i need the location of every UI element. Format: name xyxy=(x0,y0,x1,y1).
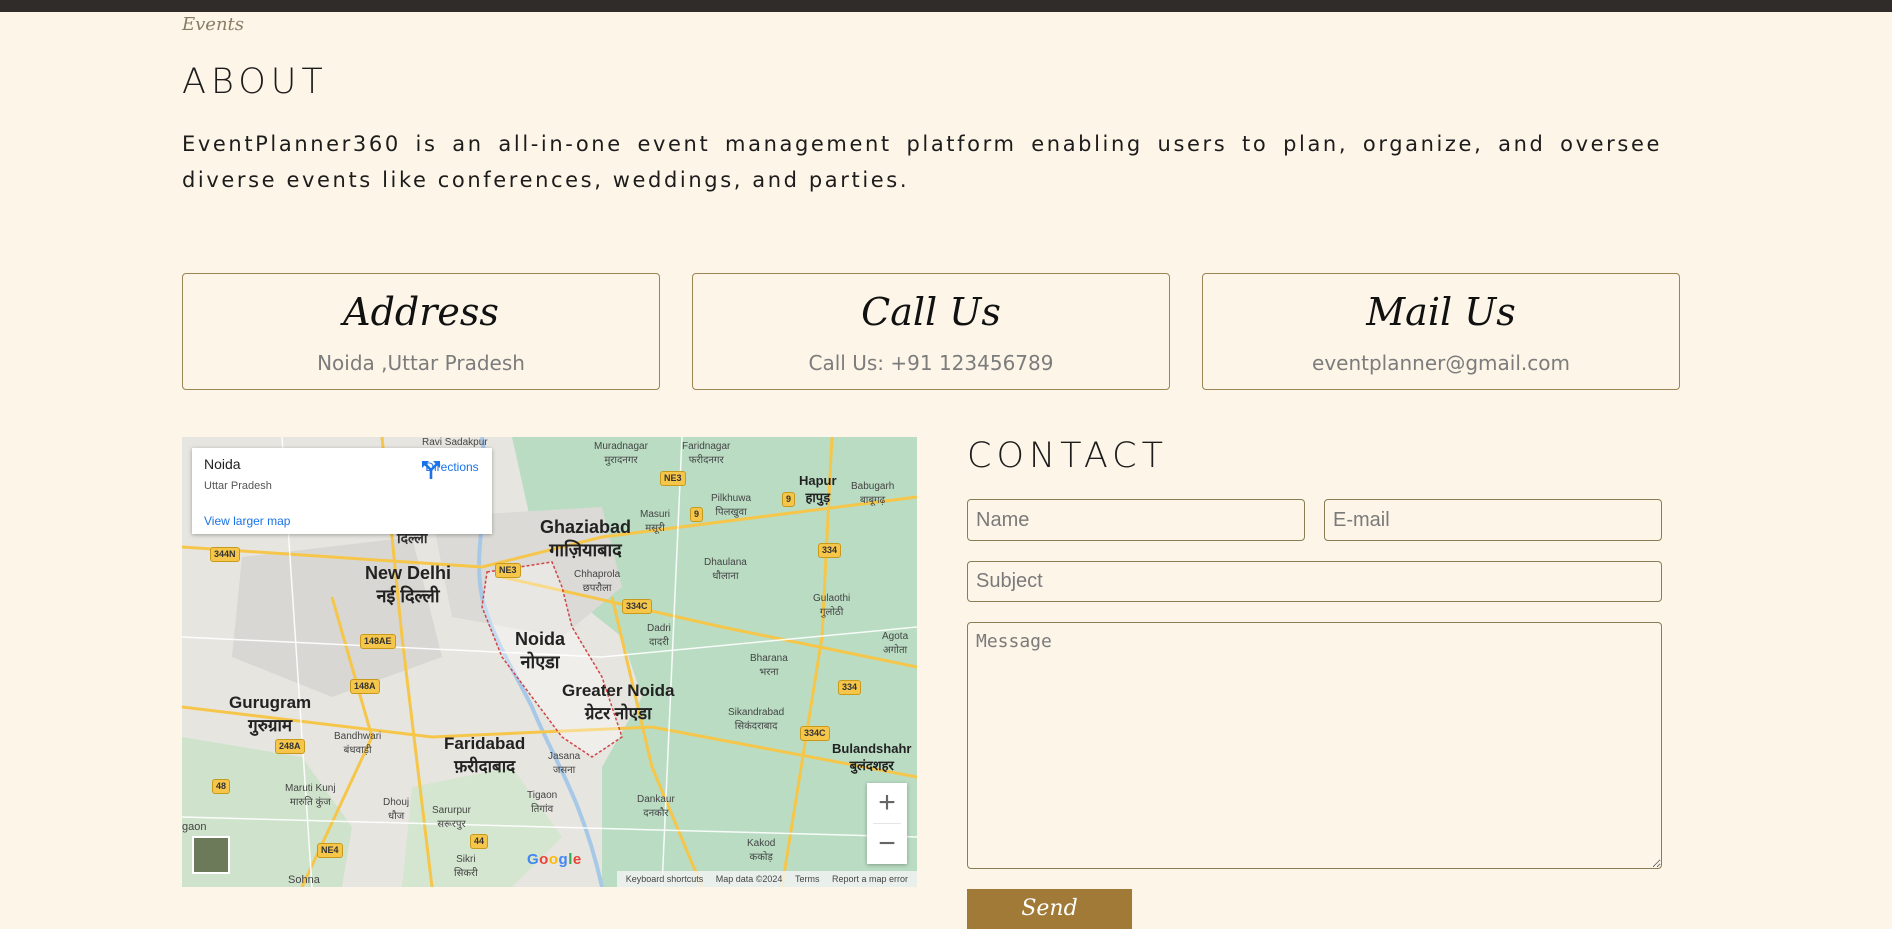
map-label-pilkhuwa: Pilkhuwa पिलखुवा xyxy=(711,493,752,518)
map-label-new-delhi: New Delhi नई दिल्ली xyxy=(365,563,452,606)
road-shield: 248A xyxy=(275,739,305,754)
map-label-gurugram: Gurugram गुरुग्राम xyxy=(229,693,312,735)
about-title: ABOUT xyxy=(182,62,328,102)
report-map-error-link[interactable]: Report a map error xyxy=(832,874,908,884)
map-label-sikandrabad: Sikandrabad सिकंदराबाद xyxy=(728,707,785,732)
map-label-jasana: Jasana जसना xyxy=(548,751,581,776)
map-label-faridnagar: Faridnagar फरीदनगर xyxy=(682,441,731,466)
place-region: Uttar Pradesh xyxy=(204,480,272,492)
road-shield: 48 xyxy=(212,779,231,794)
call-card-title: Call Us xyxy=(861,290,1001,334)
email-input[interactable] xyxy=(1324,499,1662,541)
map-label-tigaon: Tigaon तिगांव xyxy=(527,790,558,815)
call-card-value: Call Us: +91 123456789 xyxy=(808,351,1054,375)
road-shield: 148A xyxy=(350,679,380,694)
address-card-value: Noida ,Uttar Pradesh xyxy=(317,351,525,375)
road-shield: 9 xyxy=(690,507,704,522)
map-label-dadri: Dadri दादरी xyxy=(647,623,671,648)
directions-icon xyxy=(422,461,440,479)
mail-card-value: eventplanner@gmail.com xyxy=(1312,351,1570,375)
map-label-chhaprola: Chhaprola छपरौला xyxy=(574,569,621,594)
address-card-title: Address xyxy=(343,290,499,334)
road-shield: NE4 xyxy=(317,843,343,858)
map-label-maruti-kunj: Maruti Kunj मारुति कुंज xyxy=(285,783,336,808)
call-card: Call Us Call Us: +91 123456789 xyxy=(692,273,1170,390)
map-label-agota: Agota अगोता xyxy=(882,631,909,656)
road-shield: NE3 xyxy=(660,471,686,486)
satellite-toggle[interactable] xyxy=(192,836,230,874)
map-label-babugarh: Babugarh बाबूगढ़ xyxy=(851,481,895,506)
map-label-faridabad: Faridabad फ़रीदाबाद xyxy=(444,734,526,776)
keyboard-shortcuts-link[interactable]: Keyboard shortcuts xyxy=(626,874,704,884)
place-name: Noida xyxy=(204,456,241,472)
road-shield: 9 xyxy=(782,492,796,507)
map-data-text: Map data ©2024 xyxy=(715,874,783,884)
road-shield: 344N xyxy=(210,547,240,562)
map-label-kakod: Kakod ककोड़ xyxy=(747,838,776,863)
road-shield: 334 xyxy=(838,680,862,695)
map-label-bandhwari: Bandhwari बंधवाड़ी xyxy=(334,731,382,756)
view-larger-map-link[interactable]: View larger map xyxy=(204,514,290,528)
contact-title: CONTACT xyxy=(967,436,1168,476)
map-label-ravi-sadakpur: Ravi Sadakpur xyxy=(422,437,488,448)
map-label-gulaothi: Gulaothi गुलोठी xyxy=(813,593,851,618)
subject-input[interactable] xyxy=(967,561,1662,602)
road-shield: 334 xyxy=(818,543,842,558)
map-label-masuri: Masuri मसूरी xyxy=(640,509,671,534)
map-label-sarurpur: Sarurpur सरूरपुर xyxy=(432,805,471,830)
mail-card: Mail Us eventplanner@gmail.com xyxy=(1202,273,1680,390)
directions-button[interactable]: Directions xyxy=(420,458,484,479)
name-input[interactable] xyxy=(967,499,1305,541)
road-shield: 44 xyxy=(470,834,489,849)
zoom-out-button[interactable]: − xyxy=(867,824,907,864)
address-card: Address Noida ,Uttar Pradesh xyxy=(182,273,660,390)
map-footer: Keyboard shortcuts Map data ©2024 Terms … xyxy=(616,871,917,887)
send-button[interactable]: Send xyxy=(967,889,1132,929)
map-label-muradnagar: Muradnagar मुरादनगर xyxy=(594,441,648,466)
map-label-noida: Noida नोएडा xyxy=(515,629,566,672)
place-card: Noida Uttar Pradesh View larger map Dire… xyxy=(192,448,492,534)
map-label-greater-noida: Greater Noida ग्रेटर नोएडा xyxy=(562,681,675,723)
zoom-controls: + − xyxy=(867,783,907,864)
google-logo: Google xyxy=(527,851,582,868)
map-label-dankaur: Dankaur दनकौर xyxy=(637,794,675,819)
map-label-gaon: gaon xyxy=(182,821,207,833)
map-label-ghaziabad: Ghaziabad गाज़ियाबाद xyxy=(540,517,632,560)
map-label-bharana: Bharana भरना xyxy=(750,653,788,678)
map-label-hapur: Hapur हापुड़ xyxy=(799,473,837,505)
message-textarea[interactable] xyxy=(967,622,1662,869)
road-shield: 334C xyxy=(622,599,652,614)
section-label: Events xyxy=(182,14,245,35)
road-shield: NE3 xyxy=(495,563,521,578)
zoom-in-button[interactable]: + xyxy=(867,783,907,823)
mail-card-title: Mail Us xyxy=(1366,290,1516,334)
embedded-map[interactable]: Ghaziabad गाज़ियाबाद New Delhi नई दिल्ली द… xyxy=(182,437,917,887)
map-label-dhouj: Dhouj धौज xyxy=(383,797,410,822)
top-bar xyxy=(0,0,1892,12)
terms-link[interactable]: Terms xyxy=(795,874,820,884)
road-shield: 148AE xyxy=(360,634,396,649)
about-text: EventPlanner360 is an all-in-one event m… xyxy=(182,132,1662,192)
map-label-dhaulana: Dhaulana धौलाना xyxy=(704,557,747,582)
map-label-sohna: Sohna xyxy=(288,874,320,886)
map-label-sikri: Sikri सिकरी xyxy=(454,854,478,879)
map-label-bulandshahr: Bulandshahr बुलंदशहर xyxy=(832,741,912,773)
road-shield: 334C xyxy=(800,726,830,741)
